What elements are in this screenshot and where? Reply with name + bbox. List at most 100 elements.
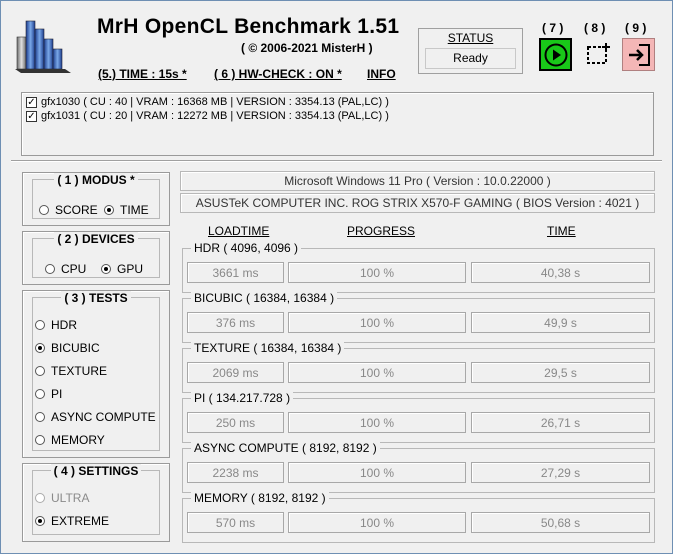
radio-label: BICUBIC (51, 341, 100, 355)
test-texture-radio[interactable]: TEXTURE (35, 364, 107, 378)
status-box: STATUS Ready (418, 28, 523, 74)
modus-score-radio[interactable]: SCORE (39, 203, 98, 217)
settings-group: ( 4 ) SETTINGS ULTRA EXTREME (32, 464, 160, 535)
radio-circle[interactable] (35, 412, 45, 422)
result-test-name: HDR ( 4096, 4096 ) (191, 241, 302, 255)
result-test-name: PI ( 134.217.728 ) (191, 391, 294, 405)
result-progress: 100 % (288, 362, 466, 383)
device-checkbox[interactable]: ✓ (26, 96, 37, 108)
result-progress: 100 % (288, 412, 466, 433)
result-loadtime: 2238 ms (187, 462, 284, 483)
radio-circle[interactable] (35, 516, 45, 526)
setting-ultra-radio: ULTRA (35, 491, 89, 505)
radio-label: MEMORY (51, 433, 105, 447)
radio-circle[interactable] (35, 320, 45, 330)
selection-frame-icon (586, 42, 610, 64)
copyright-text: ( © 2006-2021 MisterH ) (241, 41, 373, 55)
setting-extreme-radio[interactable]: EXTREME (35, 514, 109, 528)
radio-circle[interactable] (45, 264, 55, 274)
tests-title: ( 3 ) TESTS (61, 291, 131, 305)
radio-circle[interactable] (104, 205, 114, 215)
test-hdr-radio[interactable]: HDR (35, 318, 77, 332)
devices-panel: ( 2 ) DEVICES CPU GPU (22, 231, 170, 285)
result-test-name: MEMORY ( 8192, 8192 ) (191, 491, 329, 505)
result-row-pi: PI ( 134.217.728 ) 250 ms 100 % 26,71 s (182, 391, 655, 443)
os-info: Microsoft Windows 11 Pro ( Version : 10.… (180, 171, 655, 191)
test-pi-radio[interactable]: PI (35, 387, 62, 401)
devices-title: ( 2 ) DEVICES (54, 232, 138, 246)
play-button-number: ( 7 ) (542, 21, 564, 35)
device-item[interactable]: ✓ gfx1031 ( CU : 20 | VRAM : 12272 MB | … (26, 109, 389, 123)
app-title: MrH OpenCL Benchmark 1.51 (97, 15, 400, 38)
modus-panel: ( 1 ) MODUS * SCORE TIME (22, 172, 170, 226)
select-button-number: ( 8 ) (584, 21, 606, 35)
result-row-texture: TEXTURE ( 16384, 16384 ) 2069 ms 100 % 2… (182, 341, 655, 393)
radio-label: CPU (61, 262, 87, 276)
status-value: Ready (425, 48, 516, 69)
result-time: 40,38 s (471, 262, 650, 283)
result-time: 27,29 s (471, 462, 650, 483)
result-loadtime: 2069 ms (187, 362, 284, 383)
column-header-progress: PROGRESS (347, 224, 416, 238)
start-benchmark-button[interactable] (539, 38, 572, 71)
radio-circle[interactable] (101, 264, 111, 274)
modus-title: ( 1 ) MODUS * (54, 173, 138, 187)
main-window: MrH OpenCL Benchmark 1.51 ( © 2006-2021 … (0, 0, 673, 554)
result-test-name: TEXTURE ( 16384, 16384 ) (191, 341, 345, 355)
devices-cpu-radio[interactable]: CPU (45, 262, 86, 276)
radio-circle[interactable] (35, 389, 45, 399)
tests-group: ( 3 ) TESTS HDR BICUBIC TEXTURE PI ASYNC… (32, 291, 160, 451)
radio-circle[interactable] (35, 343, 45, 353)
radio-label: TEXTURE (51, 364, 108, 378)
exit-button[interactable] (622, 38, 655, 71)
column-header-loadtime: LOADTIME (208, 224, 270, 238)
result-loadtime: 570 ms (187, 512, 284, 533)
radio-label: SCORE (55, 203, 98, 217)
result-loadtime: 250 ms (187, 412, 284, 433)
result-test-name: ASYNC COMPUTE ( 8192, 8192 ) (191, 441, 380, 455)
device-label: gfx1031 ( CU : 20 | VRAM : 12272 MB | VE… (41, 110, 389, 122)
result-progress: 100 % (288, 512, 466, 533)
radio-label: EXTREME (51, 514, 110, 528)
time-setting-link[interactable]: (5.) TIME : 15s * (98, 67, 187, 81)
result-row-async-compute: ASYNC COMPUTE ( 8192, 8192 ) 2238 ms 100… (182, 441, 655, 493)
radio-circle[interactable] (35, 435, 45, 445)
radio-label: ULTRA (51, 491, 90, 505)
device-item[interactable]: ✓ gfx1030 ( CU : 40 | VRAM : 16368 MB | … (26, 95, 389, 109)
result-row-memory: MEMORY ( 8192, 8192 ) 570 ms 100 % 50,68… (182, 491, 655, 543)
radio-circle[interactable] (39, 205, 49, 215)
settings-panel: ( 4 ) SETTINGS ULTRA EXTREME (22, 463, 170, 542)
test-async-compute-radio[interactable]: ASYNC COMPUTE (35, 410, 156, 424)
result-loadtime: 3661 ms (187, 262, 284, 283)
test-memory-radio[interactable]: MEMORY (35, 433, 105, 447)
result-time: 26,71 s (471, 412, 650, 433)
result-time: 29,5 s (471, 362, 650, 383)
device-checkbox[interactable]: ✓ (26, 110, 37, 122)
devices-group: ( 2 ) DEVICES CPU GPU (32, 232, 160, 278)
device-list[interactable]: ✓ gfx1030 ( CU : 40 | VRAM : 16368 MB | … (21, 92, 654, 156)
hw-check-link[interactable]: ( 6 ) HW-CHECK : ON * (214, 67, 342, 81)
status-label: STATUS (447, 31, 494, 45)
result-loadtime: 376 ms (187, 312, 284, 333)
radio-label: TIME (120, 203, 149, 217)
test-bicubic-radio[interactable]: BICUBIC (35, 341, 100, 355)
result-progress: 100 % (288, 262, 466, 283)
play-icon (544, 43, 567, 66)
info-link[interactable]: INFO (367, 67, 396, 81)
radio-circle[interactable] (35, 366, 45, 376)
radio-label: HDR (51, 318, 77, 332)
exit-icon (628, 43, 650, 66)
result-time: 50,68 s (471, 512, 650, 533)
radio-circle (35, 493, 45, 503)
settings-title: ( 4 ) SETTINGS (50, 464, 142, 478)
result-progress: 100 % (288, 462, 466, 483)
result-test-name: BICUBIC ( 16384, 16384 ) (191, 291, 338, 305)
divider (11, 160, 662, 162)
exit-button-number: ( 9 ) (625, 21, 647, 35)
result-row-bicubic: BICUBIC ( 16384, 16384 ) 376 ms 100 % 49… (182, 291, 655, 343)
select-region-button[interactable] (581, 38, 614, 71)
modus-group: ( 1 ) MODUS * SCORE TIME (32, 173, 160, 219)
board-info: ASUSTeK COMPUTER INC. ROG STRIX X570-F G… (180, 193, 655, 213)
devices-gpu-radio[interactable]: GPU (101, 262, 143, 276)
modus-time-radio[interactable]: TIME (104, 203, 149, 217)
